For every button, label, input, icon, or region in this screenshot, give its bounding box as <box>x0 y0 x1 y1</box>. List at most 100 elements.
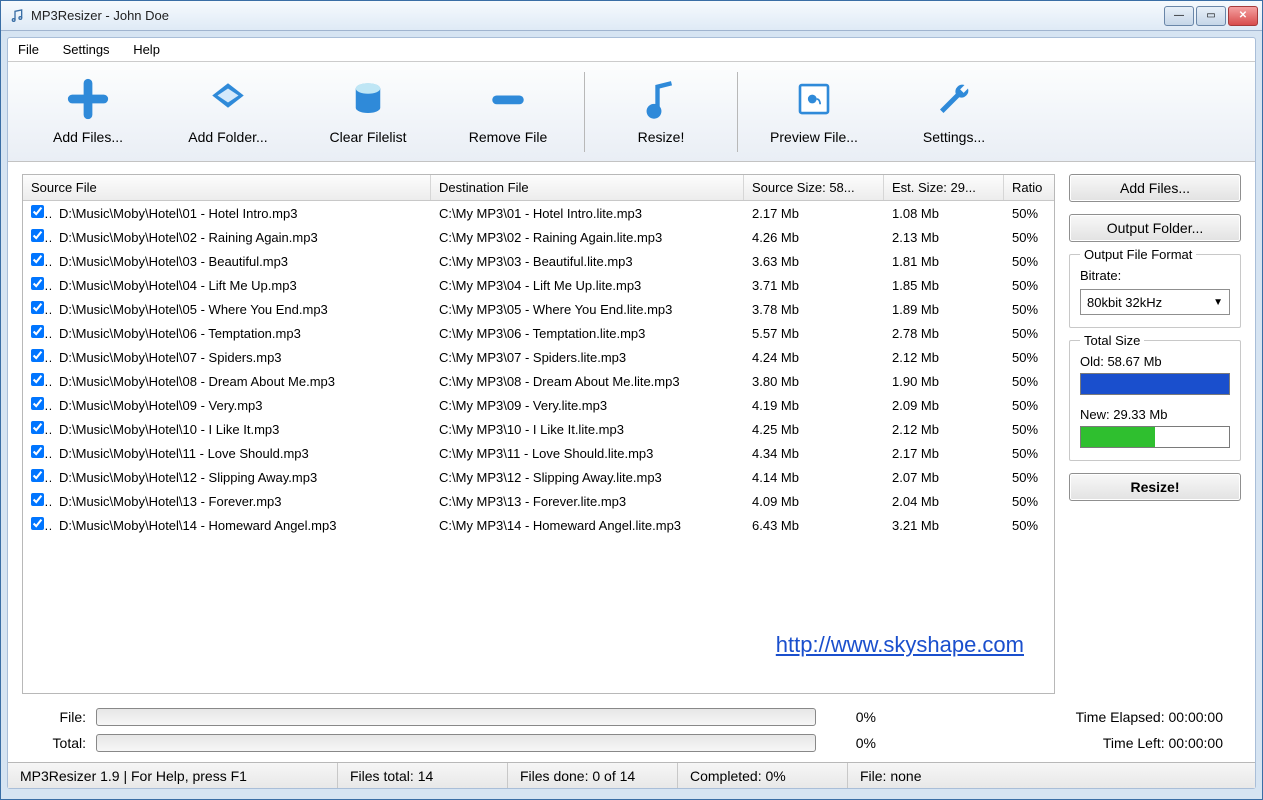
row-checkbox[interactable] <box>23 301 51 317</box>
old-size-label: Old: 58.67 Mb <box>1080 354 1230 369</box>
close-button[interactable]: ✕ <box>1228 6 1258 26</box>
cell-est-size: 2.04 Mb <box>884 494 1004 509</box>
table-row[interactable]: D:\Music\Moby\Hotel\07 - Spiders.mp3C:\M… <box>23 345 1054 369</box>
table-row[interactable]: D:\Music\Moby\Hotel\03 - Beautiful.mp3C:… <box>23 249 1054 273</box>
cell-ratio: 50% <box>1004 518 1054 533</box>
row-checkbox[interactable] <box>23 205 51 221</box>
cell-destination: C:\My MP3\14 - Homeward Angel.lite.mp3 <box>431 518 744 533</box>
cell-destination: C:\My MP3\12 - Slipping Away.lite.mp3 <box>431 470 744 485</box>
cell-est-size: 2.07 Mb <box>884 470 1004 485</box>
row-checkbox[interactable] <box>23 277 51 293</box>
menu-settings[interactable]: Settings <box>63 42 110 57</box>
side-add-files-button[interactable]: Add Files... <box>1069 174 1241 202</box>
menu-file[interactable]: File <box>18 42 39 57</box>
cell-source: D:\Music\Moby\Hotel\13 - Forever.mp3 <box>51 494 431 509</box>
row-checkbox[interactable] <box>23 421 51 437</box>
cell-source-size: 4.34 Mb <box>744 446 884 461</box>
add-files-label: Add Files... <box>53 129 123 145</box>
row-checkbox[interactable] <box>23 325 51 341</box>
cell-ratio: 50% <box>1004 422 1054 437</box>
remove-file-button[interactable]: Remove File <box>438 67 578 157</box>
row-checkbox[interactable] <box>23 373 51 389</box>
add-files-button[interactable]: Add Files... <box>18 67 158 157</box>
cell-est-size: 2.13 Mb <box>884 230 1004 245</box>
side-output-folder-button[interactable]: Output Folder... <box>1069 214 1241 242</box>
cell-ratio: 50% <box>1004 494 1054 509</box>
row-checkbox[interactable] <box>23 493 51 509</box>
resize-button[interactable]: Resize! <box>591 67 731 157</box>
clear-filelist-button[interactable]: Clear Filelist <box>298 67 438 157</box>
cell-source-size: 4.14 Mb <box>744 470 884 485</box>
row-checkbox[interactable] <box>23 253 51 269</box>
cell-destination: C:\My MP3\05 - Where You End.lite.mp3 <box>431 302 744 317</box>
add-folder-button[interactable]: Add Folder... <box>158 67 298 157</box>
cell-source-size: 4.19 Mb <box>744 398 884 413</box>
toolbar: Add Files... Add Folder... Clear Filelis… <box>8 62 1255 162</box>
side-resize-button[interactable]: Resize! <box>1069 473 1241 501</box>
row-checkbox[interactable] <box>23 517 51 533</box>
table-row[interactable]: D:\Music\Moby\Hotel\08 - Dream About Me.… <box>23 369 1054 393</box>
settings-button[interactable]: Settings... <box>884 67 1024 157</box>
cell-destination: C:\My MP3\13 - Forever.lite.mp3 <box>431 494 744 509</box>
plus-icon <box>67 78 109 123</box>
cell-destination: C:\My MP3\03 - Beautiful.lite.mp3 <box>431 254 744 269</box>
status-current-file: File: none <box>848 763 1255 788</box>
toolbar-separator <box>584 72 585 152</box>
row-checkbox[interactable] <box>23 349 51 365</box>
progress-total-bar <box>96 734 816 752</box>
table-row[interactable]: D:\Music\Moby\Hotel\04 - Lift Me Up.mp3C… <box>23 273 1054 297</box>
maximize-button[interactable]: ▭ <box>1196 6 1226 26</box>
table-row[interactable]: D:\Music\Moby\Hotel\11 - Love Should.mp3… <box>23 441 1054 465</box>
cell-source: D:\Music\Moby\Hotel\12 - Slipping Away.m… <box>51 470 431 485</box>
bitrate-select[interactable]: 80kbit 32kHz ▼ <box>1080 289 1230 315</box>
row-checkbox[interactable] <box>23 445 51 461</box>
cell-source-size: 4.24 Mb <box>744 350 884 365</box>
cell-source: D:\Music\Moby\Hotel\01 - Hotel Intro.mp3 <box>51 206 431 221</box>
row-checkbox[interactable] <box>23 397 51 413</box>
status-bar: MP3Resizer 1.9 | For Help, press F1 File… <box>8 762 1255 788</box>
cell-source: D:\Music\Moby\Hotel\02 - Raining Again.m… <box>51 230 431 245</box>
watermark-link[interactable]: http://www.skyshape.com <box>776 632 1024 658</box>
column-source-size[interactable]: Source Size: 58... <box>744 175 884 200</box>
column-est-size[interactable]: Est. Size: 29... <box>884 175 1004 200</box>
table-row[interactable]: D:\Music\Moby\Hotel\09 - Very.mp3C:\My M… <box>23 393 1054 417</box>
total-size-group: Total Size Old: 58.67 Mb New: 29.33 Mb <box>1069 340 1241 461</box>
cell-est-size: 2.78 Mb <box>884 326 1004 341</box>
title-bar: MP3Resizer - John Doe — ▭ ✕ <box>1 1 1262 31</box>
status-files-done: Files done: 0 of 14 <box>508 763 678 788</box>
file-list[interactable]: Source File Destination File Source Size… <box>22 174 1055 694</box>
cell-ratio: 50% <box>1004 398 1054 413</box>
menu-bar: File Settings Help <box>8 38 1255 62</box>
minimize-button[interactable]: — <box>1164 6 1194 26</box>
table-row[interactable]: D:\Music\Moby\Hotel\02 - Raining Again.m… <box>23 225 1054 249</box>
chevron-down-icon: ▼ <box>1213 297 1223 308</box>
cell-ratio: 50% <box>1004 446 1054 461</box>
column-source[interactable]: Source File <box>23 175 431 200</box>
cell-ratio: 50% <box>1004 206 1054 221</box>
table-row[interactable]: D:\Music\Moby\Hotel\05 - Where You End.m… <box>23 297 1054 321</box>
column-ratio[interactable]: Ratio <box>1004 175 1054 200</box>
folder-icon <box>207 78 249 123</box>
new-size-label: New: 29.33 Mb <box>1080 407 1230 422</box>
cell-ratio: 50% <box>1004 278 1054 293</box>
table-row[interactable]: D:\Music\Moby\Hotel\10 - I Like It.mp3C:… <box>23 417 1054 441</box>
window-title: MP3Resizer - John Doe <box>31 8 1164 23</box>
table-row[interactable]: D:\Music\Moby\Hotel\06 - Temptation.mp3C… <box>23 321 1054 345</box>
cell-ratio: 50% <box>1004 374 1054 389</box>
table-row[interactable]: D:\Music\Moby\Hotel\01 - Hotel Intro.mp3… <box>23 201 1054 225</box>
table-row[interactable]: D:\Music\Moby\Hotel\13 - Forever.mp3C:\M… <box>23 489 1054 513</box>
progress-area: File: 0% Time Elapsed: 00:00:00 Total: 0… <box>8 704 1255 762</box>
row-checkbox[interactable] <box>23 229 51 245</box>
output-format-group: Output File Format Bitrate: 80kbit 32kHz… <box>1069 254 1241 328</box>
preview-file-button[interactable]: Preview File... <box>744 67 884 157</box>
old-size-bar <box>1080 373 1230 395</box>
menu-help[interactable]: Help <box>133 42 160 57</box>
column-destination[interactable]: Destination File <box>431 175 744 200</box>
progress-total-pct: 0% <box>826 735 876 751</box>
cell-destination: C:\My MP3\01 - Hotel Intro.lite.mp3 <box>431 206 744 221</box>
table-row[interactable]: D:\Music\Moby\Hotel\14 - Homeward Angel.… <box>23 513 1054 537</box>
cell-est-size: 1.85 Mb <box>884 278 1004 293</box>
cell-ratio: 50% <box>1004 230 1054 245</box>
row-checkbox[interactable] <box>23 469 51 485</box>
table-row[interactable]: D:\Music\Moby\Hotel\12 - Slipping Away.m… <box>23 465 1054 489</box>
